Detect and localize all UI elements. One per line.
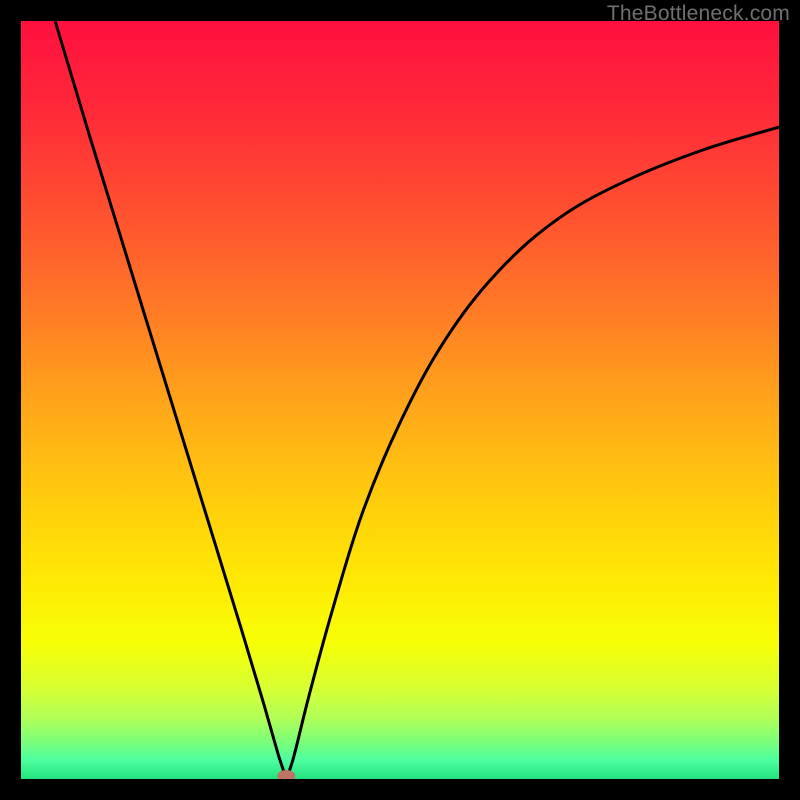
watermark: TheBottleneck.com bbox=[607, 2, 790, 26]
chart-svg bbox=[21, 21, 779, 779]
plot-area bbox=[21, 21, 779, 779]
gradient-background bbox=[21, 21, 779, 779]
chart-frame: TheBottleneck.com bbox=[0, 0, 800, 800]
